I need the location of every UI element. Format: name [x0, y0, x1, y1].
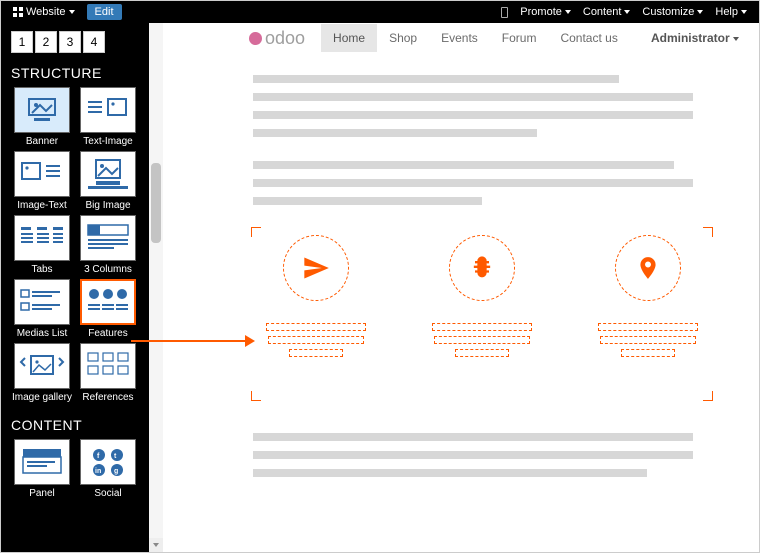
- admin-menu[interactable]: Administrator: [643, 24, 747, 52]
- nav-forum[interactable]: Forum: [490, 24, 549, 52]
- block-text-image[interactable]: Text-Image: [77, 87, 139, 147]
- logo[interactable]: odoo: [249, 28, 305, 49]
- editor-scrollbar[interactable]: [149, 23, 163, 552]
- customize-menu[interactable]: Customize: [636, 6, 709, 18]
- placeholder-line: [253, 129, 537, 137]
- block-label: 3 Columns: [84, 264, 132, 275]
- placeholder-line: [253, 179, 693, 187]
- block-label: Features: [88, 328, 127, 339]
- block-label: References: [82, 392, 133, 403]
- block-label: Medias List: [17, 328, 68, 339]
- block-tabs[interactable]: Tabs: [11, 215, 73, 275]
- apps-icon: [13, 7, 23, 17]
- placeholder-line: [253, 75, 619, 83]
- placeholder-line: [253, 469, 647, 477]
- feature-item: [432, 235, 532, 357]
- block-label: Image gallery: [12, 392, 72, 403]
- caret-down-icon: [697, 10, 703, 14]
- block-features[interactable]: Features: [77, 279, 139, 339]
- content-heading: CONTENT: [1, 413, 149, 437]
- feature-circle: [283, 235, 349, 301]
- block-label: Text-Image: [83, 136, 132, 147]
- caret-down-icon: [565, 10, 571, 14]
- content-menu[interactable]: Content: [577, 6, 637, 18]
- block-banner[interactable]: Banner: [11, 87, 73, 147]
- block-label: Image-Text: [17, 200, 66, 211]
- nav-events[interactable]: Events: [429, 24, 490, 52]
- paper-plane-icon: [302, 254, 330, 282]
- promote-menu[interactable]: Promote: [514, 6, 577, 18]
- block-label: Tabs: [31, 264, 52, 275]
- site-nav: Home Shop Events Forum Contact us: [321, 24, 630, 52]
- bug-icon: [468, 254, 496, 282]
- block-image-text[interactable]: Image-Text: [11, 151, 73, 211]
- content-label: Content: [583, 6, 622, 18]
- feature-item: [598, 235, 698, 357]
- block-label: Big Image: [85, 200, 130, 211]
- placeholder-line: [253, 93, 693, 101]
- edit-button[interactable]: Edit: [87, 4, 122, 20]
- structure-blocks: Banner Text-Image Image-Text Big Image T…: [1, 85, 149, 413]
- caret-down-icon: [624, 10, 630, 14]
- mobile-icon: [501, 7, 508, 18]
- block-medias-list[interactable]: Medias List: [11, 279, 73, 339]
- pager-2[interactable]: 2: [35, 31, 57, 53]
- page-body: [163, 53, 759, 507]
- block-image-gallery[interactable]: Image gallery: [11, 343, 73, 403]
- placeholder-line: [253, 161, 674, 169]
- placeholder-line: [253, 197, 482, 205]
- content-blocks: Panel fting Social: [1, 437, 149, 509]
- website-label: Website: [26, 6, 66, 18]
- map-pin-icon: [635, 255, 661, 281]
- block-big-image[interactable]: Big Image: [77, 151, 139, 211]
- caret-down-icon: [733, 37, 739, 41]
- feature-circle: [615, 235, 681, 301]
- caret-down-icon: [741, 10, 747, 14]
- block-label: Panel: [29, 488, 55, 499]
- crop-corner-icon: [251, 227, 261, 237]
- placeholder-line: [253, 451, 693, 459]
- block-panel[interactable]: Panel: [11, 439, 73, 499]
- feature-item: [266, 235, 366, 357]
- features-drop-area[interactable]: [253, 229, 711, 399]
- crop-corner-icon: [251, 391, 261, 401]
- placeholder-line: [253, 433, 693, 441]
- block-social[interactable]: fting Social: [77, 439, 139, 499]
- caret-down-icon: [69, 10, 75, 14]
- nav-contact[interactable]: Contact us: [548, 24, 629, 52]
- placeholder-line: [253, 111, 693, 119]
- top-bar: Website Edit Promote Content Customize H…: [1, 1, 759, 23]
- structure-heading: STRUCTURE: [1, 61, 149, 85]
- scroll-down-icon: [153, 543, 159, 547]
- drag-arrow-head-icon: [245, 335, 255, 347]
- crop-corner-icon: [703, 227, 713, 237]
- admin-label: Administrator: [651, 31, 730, 45]
- editor-pager: 1 2 3 4: [1, 23, 149, 61]
- site-header: odoo Home Shop Events Forum Contact us A…: [163, 23, 759, 53]
- customize-label: Customize: [642, 6, 694, 18]
- editor-panel: 1 2 3 4 STRUCTURE Banner Text-Image Imag…: [1, 23, 149, 552]
- feature-circle: [449, 235, 515, 301]
- mobile-preview-button[interactable]: [495, 7, 514, 18]
- nav-shop[interactable]: Shop: [377, 24, 429, 52]
- nav-home[interactable]: Home: [321, 24, 377, 52]
- pager-1[interactable]: 1: [11, 31, 33, 53]
- block-label: Social: [94, 488, 121, 499]
- help-menu[interactable]: Help: [709, 6, 753, 18]
- pager-3[interactable]: 3: [59, 31, 81, 53]
- website-menu[interactable]: Website: [7, 6, 81, 18]
- block-references[interactable]: References: [77, 343, 139, 403]
- logo-text: odoo: [265, 28, 305, 49]
- block-label: Banner: [26, 136, 58, 147]
- svg-text:in: in: [95, 468, 101, 475]
- page-preview: odoo Home Shop Events Forum Contact us A…: [163, 23, 759, 552]
- help-label: Help: [715, 6, 738, 18]
- crop-corner-icon: [703, 391, 713, 401]
- svg-text:g: g: [114, 468, 118, 475]
- logo-dot-icon: [249, 32, 262, 45]
- pager-4[interactable]: 4: [83, 31, 105, 53]
- drag-arrow-icon: [131, 340, 247, 342]
- block-3-columns[interactable]: 3 Columns: [77, 215, 139, 275]
- promote-label: Promote: [520, 6, 562, 18]
